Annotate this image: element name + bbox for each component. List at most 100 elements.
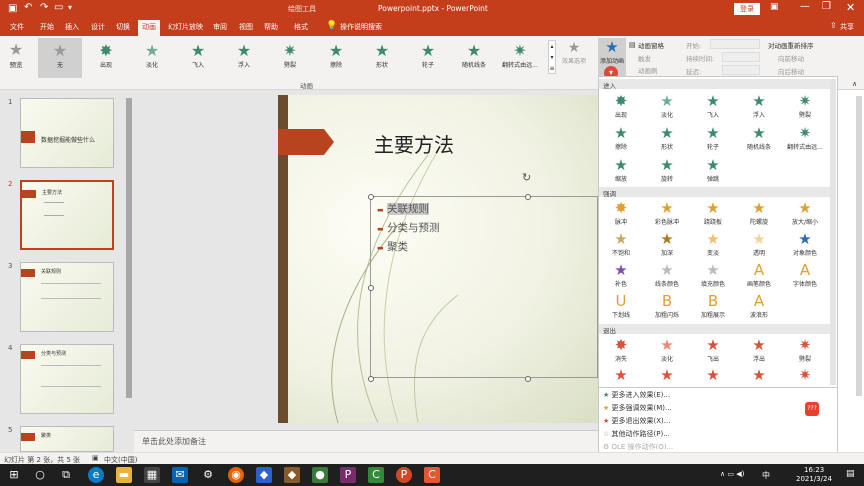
settings-icon[interactable]: ⚙ [200,467,216,483]
slide-thumbnail-3[interactable]: 关联规则 [20,262,114,332]
gallery-none[interactable]: ★ 无 [38,38,82,78]
effect-emphasis-transparency[interactable]: ★ 透明 [739,231,779,259]
gallery-grow-turn[interactable]: ✷ 翻转式由远... [498,38,542,78]
effect-enter-float-in[interactable]: ★ 浮入 [739,93,779,121]
effect-enter-wheel[interactable]: ★ 轮子 [693,125,733,153]
powerpoint-icon[interactable]: P [396,467,412,483]
bullet-1[interactable]: ▬ 关联规则 [377,201,429,216]
tab-animations[interactable]: 动画 [138,20,160,36]
effect-emphasis-object-color[interactable]: ★ 对象颜色 [785,231,825,259]
effect-exit-more-row[interactable]: ★ [693,367,733,385]
tab-design[interactable]: 设计 [91,22,105,32]
effect-enter-wipe[interactable]: ★ 擦除 [601,125,641,153]
thumbnail-scrollbar[interactable] [126,98,132,398]
preview-button[interactable]: ★ 预览 [4,40,28,76]
bullet-2[interactable]: ▬ 分类与预测 [377,220,439,235]
gallery-fade[interactable]: ★ 淡化 [130,38,174,78]
effect-emphasis-line-color[interactable]: ★ 线条颜色 [647,262,687,290]
effect-exit-more-row[interactable]: ★ [647,367,687,385]
tab-review[interactable]: 审阅 [213,22,227,32]
selection-handle[interactable] [525,194,531,200]
gallery-split[interactable]: ✷ 劈裂 [268,38,312,78]
clock-time[interactable]: 16:23 [804,466,824,474]
app-brown-icon[interactable]: ◆ [284,467,300,483]
duration-input[interactable] [722,52,760,62]
share-icon[interactable]: ⇪ [830,21,837,30]
effect-exit-more-row[interactable]: ★ [601,367,641,385]
store-icon[interactable]: ▦ [144,467,160,483]
delay-input[interactable] [722,65,760,75]
gallery-wheel[interactable]: ★ 轮子 [406,38,450,78]
effect-emphasis-bold-reveal[interactable]: B 加粗展示 [693,293,733,321]
effect-exit-fade[interactable]: ★ 淡化 [647,337,687,365]
close-icon[interactable]: ✕ [846,1,855,14]
effect-emphasis-brush-color[interactable]: A 画笔颜色 [739,262,779,290]
clock-date[interactable]: 2021/3/24 [796,475,832,483]
tab-home[interactable]: 开始 [40,22,54,32]
login-button[interactable]: 登录 [734,3,760,15]
panel-scrollbar[interactable] [830,79,836,385]
effect-emphasis-fill-color[interactable]: ★ 填充颜色 [693,262,733,290]
notes-pane[interactable]: 单击此处添加备注 [134,430,598,452]
app-orange-icon[interactable]: C [424,467,440,483]
gallery-scroll[interactable]: ▴ ▾ ≡ [548,40,556,74]
effect-emphasis-bold-flash[interactable]: B 加粗闪烁 [647,293,687,321]
tab-view[interactable]: 视图 [239,22,253,32]
share-button[interactable]: 共享 [840,22,854,32]
notification-icon[interactable]: ▤ [846,469,855,479]
selection-handle[interactable] [525,376,531,382]
tab-transitions[interactable]: 切换 [116,22,130,32]
tab-slideshow[interactable]: 幻灯片放映 [168,22,203,32]
more-exit-effects[interactable]: ★ 更多退出效果(X)... [603,416,670,426]
minimize-icon[interactable]: — [800,1,810,12]
app-green2-icon[interactable]: C [368,467,384,483]
effect-emphasis-spin[interactable]: ★ 陀螺旋 [739,200,779,228]
tab-help[interactable]: 帮助 [264,22,278,32]
slide-thumbnail-4[interactable]: 分类与预测 [20,344,114,414]
selection-handle[interactable] [368,194,374,200]
ime-indicator[interactable]: 中 [762,470,770,481]
slide-2[interactable]: 主要方法 ↻ ▬ 关联规则 ▬ 分类与预测 ▬ 聚类 [278,95,598,423]
gallery-float-in[interactable]: ★ 浮入 [222,38,266,78]
gallery-fly-in[interactable]: ★ 飞入 [176,38,220,78]
more-motion-paths[interactable]: ☆ 其他动作路径(P)... [603,429,670,439]
ribbon-collapse-icon[interactable]: ∧ [852,80,857,88]
effect-exit-disappear[interactable]: ✸ 消失 [601,337,641,365]
redo-icon[interactable]: ↷ [40,2,48,13]
gallery-shape[interactable]: ★ 形状 [360,38,404,78]
effect-enter-fade[interactable]: ★ 淡化 [647,93,687,121]
effect-emphasis-teeter[interactable]: ★ 跷跷板 [693,200,733,228]
file-explorer-icon[interactable]: ▬ [116,467,132,483]
app-purple-icon[interactable]: P [340,467,356,483]
slide-thumbnail-5[interactable]: 聚类 [20,426,114,452]
effect-enter-bounce[interactable]: ★ 弹跳 [693,157,733,185]
move-earlier-button[interactable]: 向前移动 [778,53,804,63]
firefox-icon[interactable]: ◉ [228,467,244,483]
effect-emphasis-grow-shrink[interactable]: ★ 放大/缩小 [785,200,825,228]
search-icon[interactable]: ○ [32,467,48,483]
effect-exit-fly-out[interactable]: ★ 飞出 [693,337,733,365]
effect-emphasis-color-pulse[interactable]: ★ 彩色脉冲 [647,200,687,228]
slide-thumbnail-1[interactable]: 数据挖掘能做些什么 [20,98,114,168]
slide-title[interactable]: 主要方法 [374,129,454,158]
effect-enter-swivel[interactable]: ★ 旋转 [647,157,687,185]
canvas-scrollbar[interactable] [856,96,862,396]
effect-enter-zoom[interactable]: ★ 缩放 [601,157,641,185]
tab-format[interactable]: 格式 [294,22,308,32]
selection-handle[interactable] [368,285,374,291]
effect-emphasis-pulse[interactable]: ✸ 脉冲 [601,200,641,228]
effect-emphasis-wave[interactable]: A 波浪形 [739,293,779,321]
spellcheck-icon[interactable]: ▣ [92,454,99,462]
animation-painter-button[interactable]: 动画刷 [638,65,658,75]
effect-emphasis-darken[interactable]: ★ 加深 [647,231,687,259]
effect-emphasis-desaturate[interactable]: ★ 不饱和 [601,231,641,259]
app-blue-icon[interactable]: ◆ [256,467,272,483]
effect-enter-shape[interactable]: ★ 形状 [647,125,687,153]
content-placeholder[interactable]: ▬ 关联规则 ▬ 分类与预测 ▬ 聚类 [368,194,598,382]
start-select[interactable] [710,39,760,49]
windows-start-icon[interactable]: ⊞ [6,467,22,483]
gallery-wipe[interactable]: ★ 擦除 [314,38,358,78]
gallery-random-bars[interactable]: ★ 随机线条 [452,38,496,78]
tray-icons[interactable]: ∧ ▭ ◀) [720,470,744,478]
present-icon[interactable]: ▭ [54,2,63,13]
